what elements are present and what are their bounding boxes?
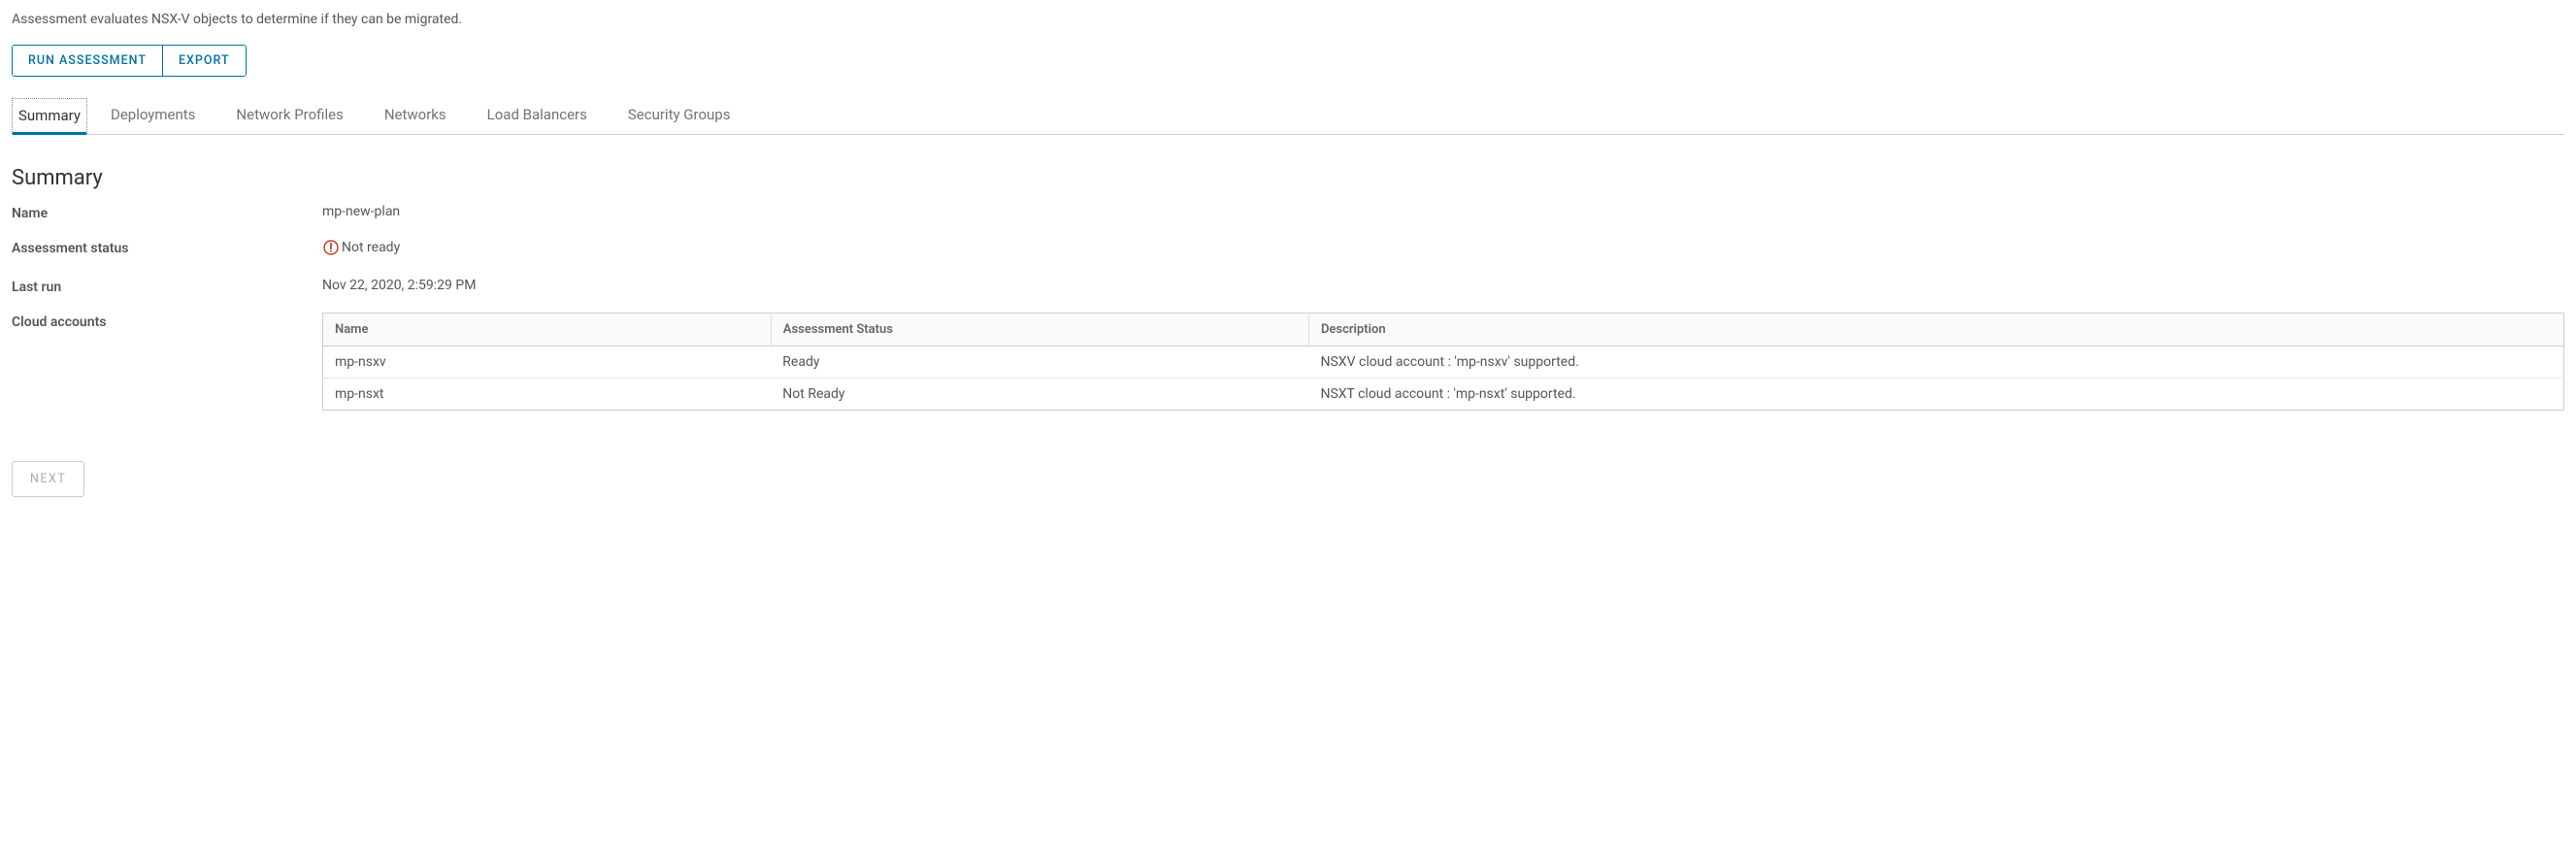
tab-networks[interactable]: Networks <box>379 98 464 134</box>
tab-bar: Summary Deployments Network Profiles Net… <box>12 98 2564 135</box>
status-text: Not ready <box>342 240 400 255</box>
table-header-status[interactable]: Assessment Status <box>771 314 1308 347</box>
field-status-row: Assessment status Not ready <box>12 239 2564 260</box>
cell-description: NSXT cloud account : 'mp-nsxt' supported… <box>1308 379 2563 411</box>
field-last-run-row: Last run Nov 22, 2020, 2:59:29 PM <box>12 278 2564 295</box>
export-button[interactable]: EXPORT <box>162 46 246 76</box>
field-name-label: Name <box>12 204 322 221</box>
tab-network-profiles[interactable]: Network Profiles <box>230 98 360 134</box>
table-header-name[interactable]: Name <box>323 314 772 347</box>
table-row: mp-nsxv Ready NSXV cloud account : 'mp-n… <box>323 347 2564 379</box>
field-cloud-accounts-row: Cloud accounts Name Assessment Status De… <box>12 313 2564 411</box>
cell-description: NSXV cloud account : 'mp-nsxv' supported… <box>1308 347 2563 379</box>
warning-icon <box>322 239 340 256</box>
field-cloud-accounts-value: Name Assessment Status Description mp-ns… <box>322 313 2564 411</box>
table-header-description[interactable]: Description <box>1308 314 2563 347</box>
cloud-accounts-table: Name Assessment Status Description mp-ns… <box>322 313 2564 411</box>
page-description: Assessment evaluates NSX-V objects to de… <box>12 12 2564 27</box>
cell-status: Ready <box>771 347 1308 379</box>
run-assessment-button[interactable]: RUN ASSESSMENT <box>13 46 162 76</box>
table-row: mp-nsxt Not Ready NSXT cloud account : '… <box>323 379 2564 411</box>
field-name-row: Name mp-new-plan <box>12 204 2564 221</box>
field-status-value: Not ready <box>322 239 2564 260</box>
next-button[interactable]: NEXT <box>12 461 84 497</box>
cell-name: mp-nsxv <box>323 347 772 379</box>
cell-status: Not Ready <box>771 379 1308 411</box>
field-cloud-accounts-label: Cloud accounts <box>12 313 322 330</box>
summary-heading: Summary <box>12 166 2564 190</box>
cell-name: mp-nsxt <box>323 379 772 411</box>
tab-load-balancers[interactable]: Load Balancers <box>481 98 605 134</box>
tab-deployments[interactable]: Deployments <box>105 98 213 134</box>
field-name-value: mp-new-plan <box>322 204 2564 219</box>
field-status-label: Assessment status <box>12 239 322 256</box>
field-last-run-value: Nov 22, 2020, 2:59:29 PM <box>322 278 2564 293</box>
action-button-group: RUN ASSESSMENT EXPORT <box>12 45 247 77</box>
tab-summary[interactable]: Summary <box>12 98 87 134</box>
field-last-run-label: Last run <box>12 278 322 295</box>
tab-security-groups[interactable]: Security Groups <box>622 98 748 134</box>
